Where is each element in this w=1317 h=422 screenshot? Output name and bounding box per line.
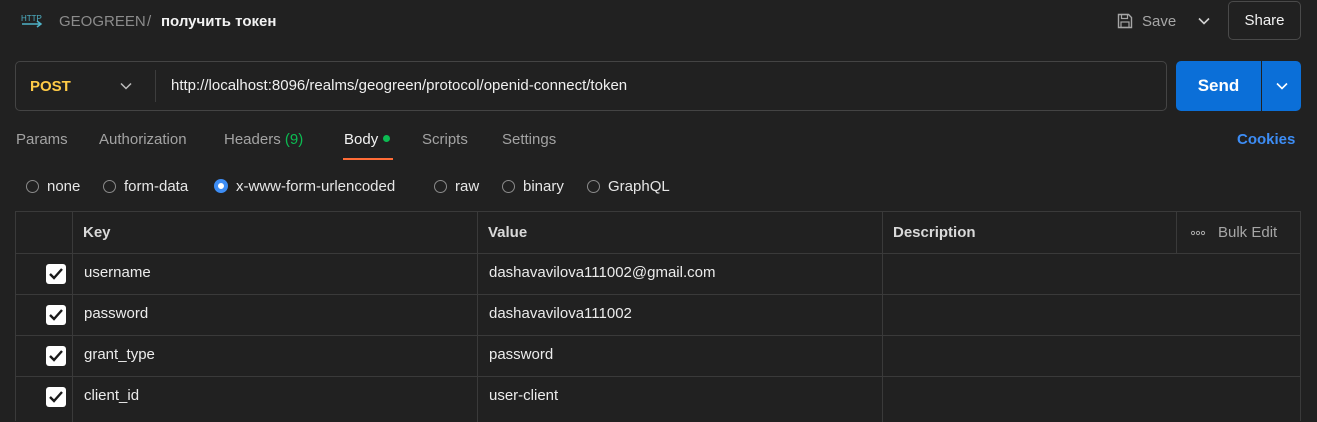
url-input[interactable]: http://localhost:8096/realms/geogreen/pr… bbox=[171, 77, 627, 94]
row-divider bbox=[16, 335, 1300, 336]
send-options-button[interactable] bbox=[1262, 61, 1301, 111]
row-value[interactable]: password bbox=[489, 346, 553, 363]
headers-count-badge: (9) bbox=[284, 131, 304, 148]
method-select[interactable]: POST bbox=[17, 62, 155, 110]
row-key[interactable]: password bbox=[84, 305, 148, 322]
radio-label: none bbox=[47, 177, 81, 195]
method-label: POST bbox=[30, 77, 71, 95]
save-label: Save bbox=[1142, 12, 1177, 30]
checkmark-icon bbox=[49, 391, 63, 403]
active-tab-underline bbox=[343, 158, 393, 160]
cookies-link[interactable]: Cookies bbox=[1237, 131, 1295, 148]
tab-headers[interactable]: Headers (9) bbox=[224, 131, 303, 148]
radio-none[interactable]: none bbox=[26, 176, 80, 196]
row-value[interactable]: dashavavilova111002 bbox=[489, 305, 632, 322]
row-checkbox[interactable] bbox=[46, 264, 66, 284]
row-divider bbox=[16, 376, 1300, 377]
radio-circle bbox=[103, 179, 116, 193]
chevron-down-icon bbox=[120, 82, 132, 90]
body-indicator-dot bbox=[383, 135, 391, 142]
column-header-value: Value bbox=[488, 224, 528, 241]
tab-settings[interactable]: Settings bbox=[502, 131, 556, 148]
breadcrumb-collection[interactable]: GEOGREEN bbox=[59, 13, 146, 30]
share-button[interactable]: Share bbox=[1228, 1, 1301, 40]
url-bar: POST http://localhost:8096/realms/geogre… bbox=[15, 61, 1167, 111]
row-checkbox[interactable] bbox=[46, 305, 66, 325]
row-value[interactable]: dashavavilova111002@gmail.com bbox=[489, 264, 715, 281]
row-key[interactable]: grant_type bbox=[84, 346, 155, 363]
breadcrumb-separator: / bbox=[147, 13, 152, 30]
radio-x-www-form-urlencoded[interactable]: x-www-form-urlencoded bbox=[214, 176, 395, 196]
column-header-description: Description bbox=[893, 224, 976, 241]
tab-headers-label: Headers bbox=[224, 131, 281, 148]
row-checkbox[interactable] bbox=[46, 387, 66, 407]
radio-circle bbox=[502, 179, 515, 193]
save-options-button[interactable] bbox=[1190, 6, 1218, 36]
bulk-edit-label: Bulk Edit bbox=[1218, 224, 1278, 241]
radio-binary[interactable]: binary bbox=[502, 176, 564, 196]
row-key[interactable]: username bbox=[84, 264, 151, 281]
checkmark-icon bbox=[49, 268, 63, 280]
more-options-icon bbox=[1190, 230, 1206, 235]
radio-label: form-data bbox=[124, 177, 189, 195]
tab-body-label: Body bbox=[344, 131, 379, 148]
radio-label: raw bbox=[455, 177, 480, 195]
save-button[interactable]: Save bbox=[1112, 6, 1188, 36]
row-divider bbox=[16, 253, 1300, 254]
radio-graphql[interactable]: GraphQL bbox=[587, 176, 670, 196]
radio-circle-selected bbox=[214, 179, 228, 193]
chevron-down-icon bbox=[1198, 17, 1210, 25]
row-value[interactable]: user-client bbox=[489, 387, 558, 404]
row-checkbox[interactable] bbox=[46, 346, 66, 366]
radio-circle bbox=[26, 179, 39, 193]
bulk-edit-button[interactable]: Bulk Edit bbox=[1177, 212, 1301, 253]
tab-scripts[interactable]: Scripts bbox=[422, 131, 468, 148]
request-header-bar: HTTP GEOGREEN / получить токен Save Shar… bbox=[0, 0, 1317, 44]
radio-circle bbox=[587, 179, 600, 193]
request-title[interactable]: получить токен bbox=[161, 13, 276, 30]
checkmark-icon bbox=[49, 309, 63, 321]
radio-label: binary bbox=[523, 177, 564, 195]
send-button[interactable]: Send bbox=[1176, 61, 1261, 111]
tab-authorization[interactable]: Authorization bbox=[99, 131, 187, 148]
checkmark-icon bbox=[49, 350, 63, 362]
chevron-down-icon bbox=[1275, 82, 1288, 90]
radio-raw[interactable]: raw bbox=[434, 176, 479, 196]
radio-form-data[interactable]: form-data bbox=[103, 176, 188, 196]
row-divider bbox=[16, 294, 1300, 295]
radio-label: GraphQL bbox=[608, 177, 670, 195]
column-header-key: Key bbox=[83, 224, 111, 241]
tab-body[interactable]: Body bbox=[344, 131, 391, 148]
tab-params[interactable]: Params bbox=[16, 131, 68, 148]
save-icon bbox=[1117, 13, 1133, 29]
method-divider bbox=[155, 70, 156, 102]
radio-circle bbox=[434, 179, 447, 193]
params-table: Key Value Description Bulk Edit username… bbox=[15, 211, 1301, 422]
http-icon: HTTP bbox=[20, 11, 44, 31]
row-key[interactable]: client_id bbox=[84, 387, 139, 404]
radio-label: x-www-form-urlencoded bbox=[236, 177, 396, 195]
